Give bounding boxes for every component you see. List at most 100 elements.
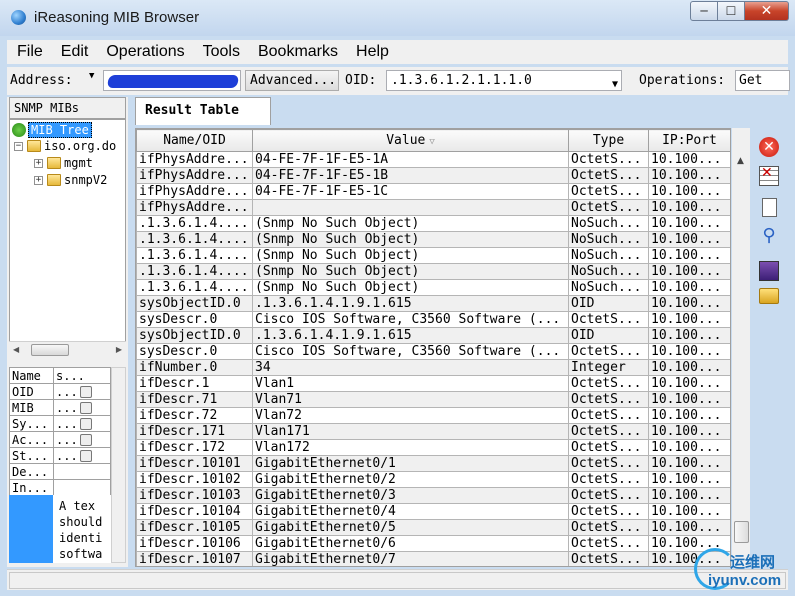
operations-select[interactable]: Get	[735, 70, 790, 91]
cell-name-oid[interactable]: .1.3.6.1.4....	[136, 279, 253, 296]
menu-edit[interactable]: Edit	[51, 43, 97, 61]
cell-type[interactable]: OctetS...	[568, 551, 649, 566]
collapse-icon[interactable]: −	[14, 141, 23, 151]
table-row[interactable]: sysDescr.0 Cisco IOS Software, C3560 Soft…	[136, 343, 730, 360]
cell-type[interactable]: NoSuch...	[568, 247, 649, 264]
cell-name-oid[interactable]: sysObjectID.0	[136, 295, 253, 312]
table-row[interactable]: ifDescr.71 Vlan71 OctetS... 10.100...	[136, 391, 730, 408]
cell-name-oid[interactable]: ifDescr.10107	[136, 551, 253, 566]
cell-value[interactable]: Vlan171	[252, 423, 569, 440]
find-icon[interactable]: ⚲	[759, 226, 779, 246]
cell-type[interactable]: OID	[568, 327, 649, 344]
cell-type[interactable]: OID	[568, 295, 649, 312]
cell-ip-port[interactable]: 10.100...	[648, 423, 730, 440]
cell-type[interactable]: OctetS...	[568, 439, 649, 456]
cell-value[interactable]: Vlan172	[252, 439, 569, 456]
table-row[interactable]: .1.3.6.1.4.... (Snmp No Such Object) NoSuc…	[136, 247, 730, 264]
tree-node-mgmt[interactable]: + mgmt	[34, 156, 93, 170]
new-document-icon[interactable]	[762, 198, 777, 217]
table-row[interactable]: .1.3.6.1.4.... (Snmp No Such Object) NoSuc…	[136, 263, 730, 280]
menu-operations[interactable]: Operations	[96, 43, 192, 61]
cell-name-oid[interactable]: ifDescr.10104	[136, 503, 253, 520]
cell-value[interactable]: 34	[252, 359, 569, 376]
mib-tree[interactable]: MIB Tree − iso.org.do + mgmt + snmpV2	[9, 119, 126, 357]
cell-value[interactable]: GigabitEthernet0/1	[252, 455, 569, 472]
cell-name-oid[interactable]: ifDescr.10103	[136, 487, 253, 504]
cell-name-oid[interactable]: ifNumber.0	[136, 359, 253, 376]
cell-name-oid[interactable]: ifDescr.10101	[136, 455, 253, 472]
cell-type[interactable]: OctetS...	[568, 199, 649, 216]
table-row[interactable]: ifDescr.10105 GigabitEthernet0/5 OctetS...…	[136, 519, 730, 536]
table-row[interactable]: ifDescr.10101 GigabitEthernet0/1 OctetS...…	[136, 455, 730, 472]
table-row[interactable]: ifDescr.172 Vlan172 OctetS... 10.100...	[136, 439, 730, 456]
scrollbar-thumb[interactable]	[734, 521, 749, 543]
scroll-right-icon[interactable]: ▶	[116, 345, 122, 354]
cell-ip-port[interactable]: 10.100...	[648, 455, 730, 472]
cell-name-oid[interactable]: .1.3.6.1.4....	[136, 215, 253, 232]
cell-value[interactable]: (Snmp No Such Object)	[252, 231, 569, 248]
advanced-button[interactable]: Advanced...	[245, 70, 339, 91]
cell-name-oid[interactable]: ifDescr.171	[136, 423, 253, 440]
cell-value[interactable]: (Snmp No Such Object)	[252, 263, 569, 280]
cell-ip-port[interactable]: 10.100...	[648, 503, 730, 520]
tree-horizontal-scrollbar[interactable]: ◀ ▶	[9, 341, 126, 357]
cell-value[interactable]: Vlan71	[252, 391, 569, 408]
table-row[interactable]: ifDescr.1 Vlan1 OctetS... 10.100...	[136, 375, 730, 392]
scrollbar-thumb[interactable]	[31, 344, 69, 356]
cell-value[interactable]: (Snmp No Such Object)	[252, 247, 569, 264]
ellipsis-button[interactable]	[79, 402, 92, 414]
cell-value[interactable]: GigabitEthernet0/3	[252, 487, 569, 504]
table-row[interactable]: ifDescr.10102 GigabitEthernet0/2 OctetS...…	[136, 471, 730, 488]
table-row[interactable]: .1.3.6.1.4.... (Snmp No Such Object) NoSuc…	[136, 231, 730, 248]
table-row[interactable]: ifDescr.171 Vlan171 OctetS... 10.100...	[136, 423, 730, 440]
save-icon[interactable]	[759, 261, 779, 281]
clear-table-icon[interactable]	[759, 165, 779, 186]
cell-ip-port[interactable]: 10.100...	[648, 231, 730, 248]
cell-name-oid[interactable]: ifPhysAddre...	[136, 167, 253, 184]
table-row[interactable]: ifDescr.10106 GigabitEthernet0/6 OctetS...…	[136, 535, 730, 552]
cell-ip-port[interactable]: 10.100...	[648, 359, 730, 376]
table-row[interactable]: ifDescr.10107 GigabitEthernet0/7 OctetS...…	[136, 551, 730, 566]
table-row[interactable]: ifPhysAddre... OctetS... 10.100...	[136, 199, 730, 216]
cell-ip-port[interactable]: 10.100...	[648, 167, 730, 184]
column-header-type[interactable]: Type	[568, 129, 649, 152]
cell-value[interactable]: GigabitEthernet0/4	[252, 503, 569, 520]
cell-value[interactable]: .1.3.6.1.4.1.9.1.615	[252, 327, 569, 344]
cell-name-oid[interactable]: ifDescr.72	[136, 407, 253, 424]
cell-ip-port[interactable]: 10.100...	[648, 343, 730, 360]
minimize-button[interactable]: ─	[690, 1, 718, 21]
scroll-up-icon[interactable]: ▲	[737, 156, 744, 166]
prop-value[interactable]: ...	[53, 431, 111, 448]
cell-ip-port[interactable]: 10.100...	[648, 183, 730, 200]
cell-value[interactable]: 04-FE-7F-1F-E5-1A	[252, 151, 569, 168]
cell-ip-port[interactable]: 10.100...	[648, 199, 730, 216]
cell-name-oid[interactable]: ifDescr.10102	[136, 471, 253, 488]
cell-type[interactable]: NoSuch...	[568, 263, 649, 280]
menu-file[interactable]: File	[7, 43, 51, 61]
tree-node-root[interactable]: MIB Tree	[12, 122, 92, 138]
close-button[interactable]: ✕	[745, 1, 789, 21]
cell-type[interactable]: OctetS...	[568, 503, 649, 520]
cell-type[interactable]: OctetS...	[568, 151, 649, 168]
cell-type[interactable]: NoSuch...	[568, 231, 649, 248]
cell-ip-port[interactable]: 10.100...	[648, 391, 730, 408]
cell-name-oid[interactable]: ifDescr.10106	[136, 535, 253, 552]
table-row[interactable]: sysObjectID.0.1.3.6.1.4.1.9.1.615 OID 10.1…	[136, 327, 730, 344]
tree-node-iso[interactable]: − iso.org.do	[14, 139, 116, 153]
cell-type[interactable]: OctetS...	[568, 423, 649, 440]
cell-value[interactable]: (Snmp No Such Object)	[252, 215, 569, 232]
tab-result-table[interactable]: Result Table	[135, 97, 271, 125]
cell-type[interactable]: OctetS...	[568, 455, 649, 472]
oid-input[interactable]: .1.3.6.1.2.1.1.1.0 ▼	[386, 70, 622, 91]
cell-ip-port[interactable]: 10.100...	[648, 311, 730, 328]
cell-name-oid[interactable]: ifPhysAddre...	[136, 151, 253, 168]
ellipsis-button[interactable]	[79, 386, 92, 398]
cell-type[interactable]: OctetS...	[568, 167, 649, 184]
cell-value[interactable]: 04-FE-7F-1F-E5-1C	[252, 183, 569, 200]
cell-type[interactable]: OctetS...	[568, 375, 649, 392]
table-row[interactable]: .1.3.6.1.4.... (Snmp No Such Object) NoSuc…	[136, 215, 730, 232]
cell-ip-port[interactable]: 10.100...	[648, 215, 730, 232]
table-row[interactable]: ifNumber.0 34 Integer 10.100...	[136, 359, 730, 376]
menu-help[interactable]: Help	[346, 43, 397, 61]
cell-ip-port[interactable]: 10.100...	[648, 439, 730, 456]
